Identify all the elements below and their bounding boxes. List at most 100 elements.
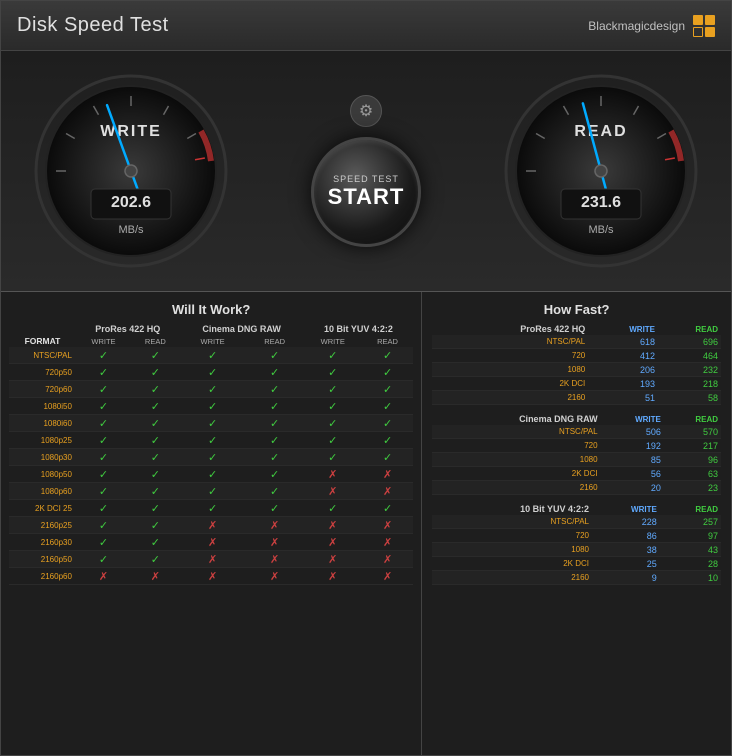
check-icon: ✓ [99, 418, 108, 430]
hf-write-val: 51 [588, 391, 658, 405]
format-label: 1080p30 [9, 449, 76, 466]
prores-write-cell: ✓ [76, 449, 131, 466]
hf-read-val: 217 [664, 439, 721, 453]
data-area: Will It Work? ProRes 422 HQ Cinema DNG R… [1, 292, 731, 755]
cross-icon: ✗ [208, 537, 217, 549]
yuv-read-cell: ✓ [362, 381, 413, 398]
check-icon: ✓ [270, 469, 279, 481]
check-icon: ✓ [151, 384, 160, 396]
dng-read-cell: ✓ [246, 483, 304, 500]
dng-header: Cinema DNG RAW [180, 323, 304, 335]
yuv-read-cell: ✗ [362, 483, 413, 500]
prores-read-cell: ✗ [131, 568, 180, 585]
check-icon: ✓ [99, 367, 108, 379]
hf-row: 720 86 97 [432, 529, 721, 543]
yuv-read-cell: ✗ [362, 534, 413, 551]
yuv-write-cell: ✓ [304, 449, 362, 466]
prores-read-cell: ✓ [131, 364, 180, 381]
format-label: 2160p60 [9, 568, 76, 585]
yuv-write-cell: ✗ [304, 568, 362, 585]
brand-name: Blackmagicdesign [588, 19, 685, 33]
prores-write-cell: ✓ [76, 466, 131, 483]
check-icon: ✓ [208, 401, 217, 413]
yuv-write-cell: ✗ [304, 534, 362, 551]
check-icon: ✓ [328, 401, 337, 413]
yuv-read-cell: ✓ [362, 449, 413, 466]
svg-text:MB/s: MB/s [118, 224, 144, 236]
check-icon: ✓ [99, 520, 108, 532]
hf-format-name: 1080 [432, 543, 592, 557]
prores-write-cell: ✓ [76, 398, 131, 415]
prores-write-cell: ✓ [76, 483, 131, 500]
hf-format-name: 1080 [432, 363, 588, 377]
hf-table-0: ProRes 422 HQ WRITE READ NTSC/PAL 618 69… [432, 323, 721, 405]
dng-read-cell: ✓ [246, 449, 304, 466]
brand-sq-4 [705, 27, 715, 37]
hf-read-label: READ [664, 413, 721, 425]
prores-write-cell: ✓ [76, 500, 131, 517]
hf-write-val: 9 [592, 571, 660, 585]
hf-section-0: ProRes 422 HQ WRITE READ NTSC/PAL 618 69… [432, 323, 721, 405]
yuv-read-cell: ✗ [362, 466, 413, 483]
hf-write-val: 56 [601, 467, 664, 481]
hf-format-name: NTSC/PAL [432, 335, 588, 349]
brand-sq-1 [693, 15, 703, 25]
hf-read-val: 63 [664, 467, 721, 481]
prores-read-cell: ✓ [131, 398, 180, 415]
dng-read-cell: ✓ [246, 364, 304, 381]
hf-row: 1080 38 43 [432, 543, 721, 557]
hf-read-val: 218 [658, 377, 721, 391]
how-fast-content: ProRes 422 HQ WRITE READ NTSC/PAL 618 69… [432, 323, 721, 585]
yuv-write-cell: ✓ [304, 381, 362, 398]
hf-row: 2160 9 10 [432, 571, 721, 585]
prores-read-cell: ✓ [131, 483, 180, 500]
read-gauge: READ 231.6 MB/s [501, 71, 701, 271]
dng-write-cell: ✓ [180, 364, 246, 381]
cross-icon: ✗ [99, 571, 108, 583]
check-icon: ✓ [270, 401, 279, 413]
format-label: 720p50 [9, 364, 76, 381]
dng-write-cell: ✓ [180, 500, 246, 517]
yuv-write-cell: ✓ [304, 500, 362, 517]
will-it-work-panel: Will It Work? ProRes 422 HQ Cinema DNG R… [1, 292, 422, 755]
prores-read-cell: ✓ [131, 449, 180, 466]
dng-read-cell: ✓ [246, 500, 304, 517]
check-icon: ✓ [328, 418, 337, 430]
cross-icon: ✗ [270, 537, 279, 549]
settings-button[interactable]: ⚙ [350, 95, 382, 127]
dng-write-cell: ✓ [180, 432, 246, 449]
read-gauge-svg: READ 231.6 MB/s [501, 71, 701, 271]
hf-read-label: READ [660, 503, 721, 515]
hf-row: 2160 51 58 [432, 391, 721, 405]
prores-read-cell: ✓ [131, 517, 180, 534]
hf-row: 2160 20 23 [432, 481, 721, 495]
hf-write-val: 192 [601, 439, 664, 453]
prores-read-cell: ✓ [131, 432, 180, 449]
prores-write-cell: ✓ [76, 517, 131, 534]
check-icon: ✓ [208, 503, 217, 515]
cross-icon: ✗ [383, 571, 392, 583]
format-label: 2160p30 [9, 534, 76, 551]
cross-icon: ✗ [328, 554, 337, 566]
hf-row: NTSC/PAL 618 696 [432, 335, 721, 349]
yuv-write-label: WRITE [304, 335, 362, 347]
hf-row: 2K DCI 193 218 [432, 377, 721, 391]
hf-write-val: 206 [588, 363, 658, 377]
prores-read-cell: ✓ [131, 466, 180, 483]
hf-write-val: 85 [601, 453, 664, 467]
cross-icon: ✗ [208, 571, 217, 583]
check-icon: ✓ [151, 350, 160, 362]
dng-read-cell: ✓ [246, 432, 304, 449]
cross-icon: ✗ [383, 554, 392, 566]
prores-read-label: READ [131, 335, 180, 347]
start-button[interactable]: SPEED TEST START [311, 137, 421, 247]
hf-write-val: 193 [588, 377, 658, 391]
hf-read-val: 97 [660, 529, 721, 543]
hf-format-name: 2K DCI [432, 557, 592, 571]
check-icon: ✓ [208, 350, 217, 362]
check-icon: ✓ [208, 418, 217, 430]
hf-row: 2K DCI 25 28 [432, 557, 721, 571]
yuv-read-cell: ✓ [362, 415, 413, 432]
hf-codec-label: ProRes 422 HQ [432, 323, 588, 335]
prores-write-cell: ✓ [76, 381, 131, 398]
